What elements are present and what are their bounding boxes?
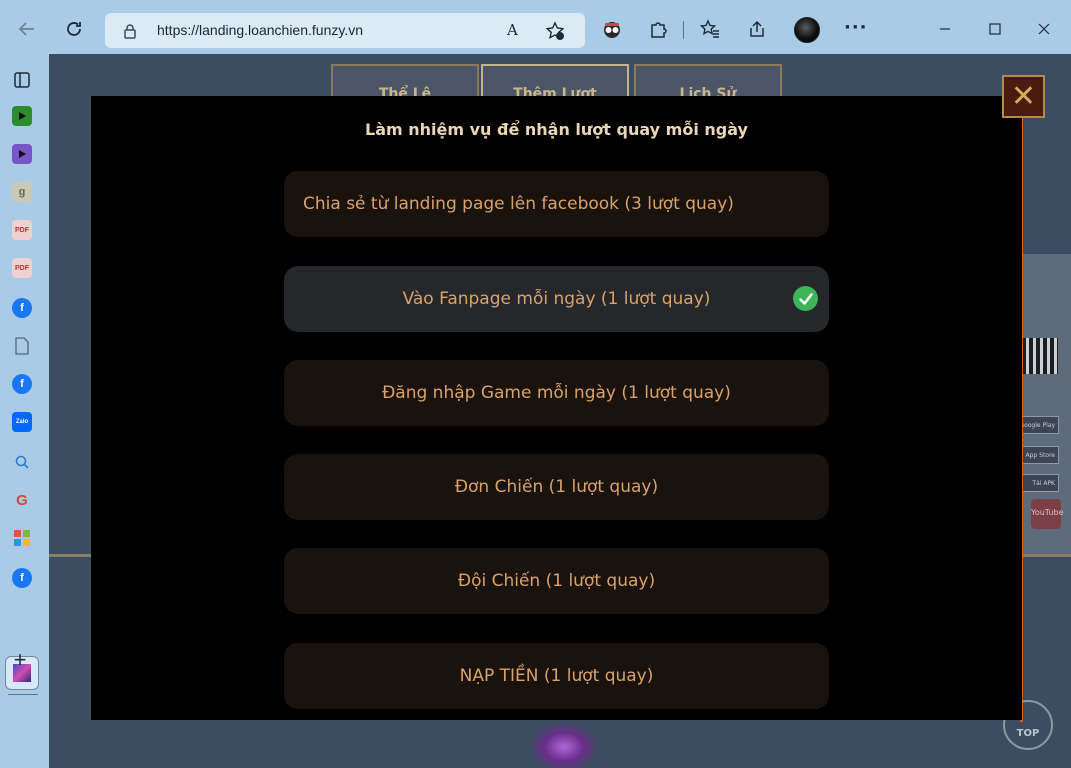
- sidebar-divider: [8, 694, 38, 695]
- refresh-icon: [67, 22, 81, 36]
- task-nap-tien[interactable]: NẠP TIỀN (1 lượt quay): [284, 643, 829, 709]
- sidebar-tab-microsoft[interactable]: [12, 528, 32, 548]
- plus-icon: +: [13, 647, 27, 672]
- task-label: Đội Chiến (1 lượt quay): [457, 571, 656, 591]
- qr-code-image: [1022, 338, 1058, 374]
- task-label: NẠP TIỀN (1 lượt quay): [459, 666, 654, 686]
- refresh-button[interactable]: [59, 14, 89, 44]
- sidebar-tab-pdf-1[interactable]: PDF: [12, 220, 32, 240]
- facebook-icon: f: [20, 302, 24, 314]
- lock-icon: [123, 23, 137, 43]
- zalo-icon: Zalo: [15, 419, 29, 425]
- sidebar-tab-zalo[interactable]: Zalo: [12, 412, 32, 432]
- url-text[interactable]: https://landing.loanchien.funzy.vn: [157, 22, 363, 38]
- facebook-icon: f: [20, 378, 24, 390]
- close-icon: [1038, 23, 1050, 35]
- add-favorite-icon[interactable]: [545, 21, 565, 41]
- task-visit-fanpage[interactable]: Vào Fanpage mỗi ngày (1 lượt quay): [284, 266, 829, 332]
- modal-close-button[interactable]: ✕: [1002, 75, 1045, 118]
- maximize-button[interactable]: [982, 16, 1008, 42]
- address-bar[interactable]: https://landing.loanchien.funzy.vn A: [105, 13, 585, 48]
- facebook-icon: f: [20, 572, 24, 584]
- back-arrow-icon: [18, 22, 34, 36]
- share-button[interactable]: [742, 14, 772, 44]
- minimize-icon: [940, 28, 950, 30]
- task-label: Đăng nhập Game mỗi ngày (1 lượt quay): [382, 383, 731, 403]
- sidebar-tab-facebook-1[interactable]: f: [12, 298, 32, 318]
- task-label: Chia sẻ từ landing page lên facebook (3 …: [303, 194, 734, 214]
- sidebar-tab-play-green[interactable]: [12, 106, 32, 126]
- vertical-tabs-sidebar: g PDF PDF f f Zalo G f +: [0, 58, 49, 768]
- back-button[interactable]: [12, 14, 42, 44]
- minimize-button[interactable]: [932, 16, 958, 42]
- task-login-game[interactable]: Đăng nhập Game mỗi ngày (1 lượt quay): [284, 360, 829, 426]
- document-icon: [15, 337, 29, 355]
- extensions-button[interactable]: [643, 14, 673, 44]
- check-icon: [793, 286, 818, 311]
- browser-toolbar: https://landing.loanchien.funzy.vn A ···: [0, 0, 1071, 58]
- task-label: Vào Fanpage mỗi ngày (1 lượt quay): [402, 289, 711, 309]
- puzzle-icon: [651, 22, 667, 38]
- extension-spy-button[interactable]: [597, 14, 627, 44]
- sidebar-tab-play-purple[interactable]: [12, 144, 32, 164]
- sidebar-toggle-icon[interactable]: [12, 70, 32, 90]
- pdf-icon: PDF: [15, 226, 29, 234]
- task-label: Đơn Chiến (1 lượt quay): [454, 477, 659, 497]
- play-icon: [19, 112, 26, 120]
- sidebar-tab-google[interactable]: G: [12, 490, 32, 510]
- maximize-icon: [989, 23, 1001, 35]
- close-window-button[interactable]: [1031, 16, 1057, 42]
- play-icon: [19, 150, 26, 158]
- search-icon: [15, 455, 29, 469]
- google-icon: G: [16, 491, 28, 509]
- close-icon: ✕: [1010, 79, 1037, 114]
- task-share-facebook[interactable]: Chia sẻ từ landing page lên facebook (3 …: [284, 171, 829, 237]
- sidebar-tab-document[interactable]: [12, 336, 32, 356]
- g-letter-icon: g: [18, 186, 26, 198]
- profile-avatar[interactable]: [794, 17, 820, 43]
- sidebar-tab-pdf-2[interactable]: PDF: [12, 258, 32, 278]
- sidebar-tab-facebook-3[interactable]: f: [12, 568, 32, 588]
- pdf-icon: PDF: [15, 264, 29, 272]
- share-icon: [750, 20, 764, 37]
- sidebar-tab-search[interactable]: [12, 452, 32, 472]
- spy-extension-icon: [604, 22, 620, 38]
- sidebar-tab-facebook-2[interactable]: f: [12, 374, 32, 394]
- more-options-icon[interactable]: ···: [844, 17, 868, 38]
- modal-title: Làm nhiệm vụ để nhận lượt quay mỗi ngày: [365, 120, 748, 139]
- new-tab-button[interactable]: +: [10, 647, 30, 672]
- top-label: TOP: [1016, 728, 1040, 739]
- task-doi-chien[interactable]: Đội Chiến (1 lượt quay): [284, 548, 829, 614]
- youtube-icon[interactable]: YouTube: [1031, 499, 1064, 529]
- daily-tasks-modal: Làm nhiệm vụ để nhận lượt quay mỗi ngày …: [91, 96, 1022, 720]
- bg-crystal-glow: [529, 722, 599, 768]
- sidebar-tab-g[interactable]: g: [12, 182, 32, 202]
- read-aloud-icon[interactable]: A: [507, 21, 527, 41]
- task-don-chien[interactable]: Đơn Chiến (1 lượt quay): [284, 454, 829, 520]
- microsoft-icon: [14, 530, 30, 546]
- favorites-button[interactable]: [695, 14, 725, 44]
- favorites-icon: [700, 19, 719, 38]
- toolbar-divider: [683, 21, 684, 39]
